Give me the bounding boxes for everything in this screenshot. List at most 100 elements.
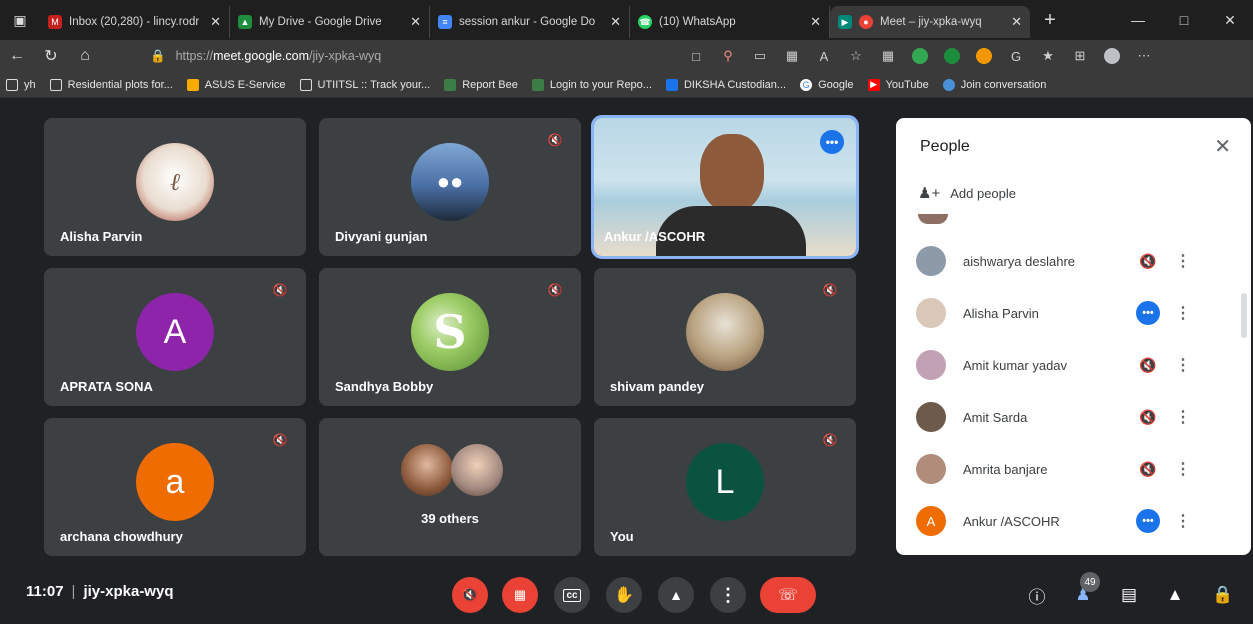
add-person-icon: ♟+ bbox=[918, 185, 941, 202]
close-icon[interactable]: ✕ bbox=[810, 14, 821, 30]
participant-avatar: a bbox=[136, 443, 214, 521]
read-aloud-icon[interactable]: A bbox=[808, 40, 840, 72]
mic-off-icon: 🔇 bbox=[272, 283, 288, 297]
mic-off-icon: 🔇 bbox=[822, 433, 838, 447]
participant-tile[interactable]: 🔇 a archana chowdhury bbox=[44, 418, 306, 556]
camera-toggle-button[interactable]: ▦ bbox=[502, 577, 538, 613]
people-list-item[interactable]: A Ankur /ASCOHR ••• ⋮ bbox=[916, 499, 1231, 543]
bookmark-item[interactable]: ▶ YouTube bbox=[867, 78, 929, 91]
bookmark-item[interactable]: ​ Join conversation bbox=[942, 78, 1046, 91]
tab-actions-icon[interactable]: ▣ bbox=[0, 0, 40, 40]
people-list-item[interactable]: Amit kumar yadav 🔇 ⋮ bbox=[916, 343, 1231, 387]
bookmark-item[interactable]: ​ Residential plots for... bbox=[49, 78, 173, 91]
more-vert-icon[interactable]: ⋮ bbox=[1163, 459, 1203, 479]
extension-orange-icon[interactable] bbox=[976, 48, 992, 64]
tab-docs[interactable]: ≡ session ankur - Google Do ✕ bbox=[430, 6, 630, 38]
tab-whatsapp[interactable]: ☎ (10) WhatsApp ✕ bbox=[630, 6, 830, 38]
activities-icon: ▲ bbox=[1166, 585, 1184, 604]
captions-icon: cc bbox=[563, 588, 581, 602]
info-icon: ⓘ bbox=[1028, 587, 1046, 607]
participant-tile[interactable]: 🔇 S Sandhya Bobby bbox=[319, 268, 581, 406]
more-options-icon[interactable]: ••• bbox=[820, 130, 844, 154]
people-list-item[interactable]: aishwarya deslahre 🔇 ⋮ bbox=[916, 239, 1231, 283]
mic-toggle-button[interactable]: 🔇 bbox=[452, 577, 488, 613]
participant-tile[interactable]: 🔇 ●● Divyani gunjan bbox=[319, 118, 581, 256]
restore-icon[interactable]: □ bbox=[1161, 0, 1207, 40]
activities-button[interactable]: ▲ bbox=[1162, 582, 1188, 608]
close-window-icon[interactable]: ✕ bbox=[1207, 0, 1253, 40]
self-avatar: L bbox=[686, 443, 764, 521]
people-list-item[interactable]: Amit Sarda 🔇 ⋮ bbox=[916, 395, 1231, 439]
tab-meet[interactable]: ▶ ● Meet – jiy-xpka-wyq ✕ bbox=[830, 6, 1030, 38]
scrollbar[interactable] bbox=[1241, 293, 1247, 338]
tab-drive[interactable]: ▲ My Drive - Google Drive ✕ bbox=[230, 6, 430, 38]
profile-avatar[interactable] bbox=[1104, 48, 1120, 64]
grid-icon[interactable]: ▦ bbox=[776, 40, 808, 72]
bookmark-item[interactable]: ​ Report Bee bbox=[444, 78, 518, 91]
bookmark-label: Login to your Repo... bbox=[549, 78, 652, 91]
close-icon[interactable]: ✕ bbox=[410, 14, 421, 30]
people-list-item[interactable]: Amrita banjare 🔇 ⋮ bbox=[916, 447, 1231, 491]
home-icon[interactable]: ⌂ bbox=[68, 40, 102, 72]
extension-puzzle-icon[interactable]: G bbox=[1000, 40, 1032, 72]
others-tile[interactable]: 39 others bbox=[319, 418, 581, 556]
more-vert-icon[interactable]: ⋮ bbox=[1163, 511, 1203, 531]
participant-tile[interactable]: 🔇 shivam pandey bbox=[594, 268, 856, 406]
more-vert-icon[interactable]: ⋮ bbox=[1163, 355, 1203, 375]
favorite-star-icon[interactable]: ☆ bbox=[840, 40, 872, 72]
hang-up-icon: ☏ bbox=[777, 587, 798, 604]
participant-tile[interactable]: ℓ Alisha Parvin bbox=[44, 118, 306, 256]
extension-teal-icon[interactable] bbox=[944, 48, 960, 64]
collections-icon[interactable]: ⊞ bbox=[1064, 40, 1096, 72]
meeting-details-button[interactable]: ⓘ bbox=[1024, 582, 1050, 608]
people-button[interactable]: ♟ 49 bbox=[1070, 572, 1100, 608]
key-icon[interactable]: ⚲ bbox=[712, 40, 744, 72]
close-icon[interactable]: ✕ bbox=[1011, 14, 1022, 30]
raise-hand-button[interactable]: ✋ bbox=[606, 577, 642, 613]
participant-name: archana chowdhury bbox=[60, 529, 183, 544]
participant-tile[interactable]: 🔇 A APRATA SONA bbox=[44, 268, 306, 406]
captions-button[interactable]: cc bbox=[554, 577, 590, 613]
more-menu-icon[interactable]: ⋯ bbox=[1128, 40, 1160, 72]
recording-icon: ● bbox=[859, 15, 873, 29]
mic-off-icon: 🔇 bbox=[461, 587, 479, 602]
close-icon[interactable]: ✕ bbox=[210, 14, 221, 30]
add-people-button[interactable]: ♟+ Add people bbox=[918, 184, 1016, 202]
more-vert-icon[interactable]: ⋮ bbox=[1163, 407, 1203, 427]
chat-button[interactable]: ▤ bbox=[1116, 582, 1142, 608]
bookmark-item[interactable]: ​ UTIITSL :: Track your... bbox=[299, 78, 430, 91]
camera-icon[interactable]: □ bbox=[680, 40, 712, 72]
tab-gmail[interactable]: M Inbox (20,280) - lincy.rodr ✕ bbox=[40, 6, 230, 38]
host-controls-button[interactable]: 🔒 bbox=[1210, 582, 1236, 608]
close-icon[interactable]: ✕ bbox=[610, 14, 621, 30]
new-tab-icon[interactable]: + bbox=[1030, 0, 1070, 40]
bookmark-label: ASUS E-Service bbox=[204, 78, 286, 91]
people-list-item[interactable]: Alisha Parvin ••• ⋮ bbox=[916, 291, 1231, 335]
panel-title: People bbox=[920, 138, 970, 155]
bookmark-item[interactable]: G Google bbox=[800, 78, 854, 91]
bookmark-item[interactable]: ​ yh bbox=[6, 78, 36, 91]
page-icon: ​ bbox=[299, 78, 312, 91]
person-avatar bbox=[916, 402, 946, 432]
more-options-button[interactable]: ⋮ bbox=[710, 577, 746, 613]
bookmark-item[interactable]: ​ DIKSHA Custodian... bbox=[665, 78, 786, 91]
reload-icon[interactable]: ↻ bbox=[34, 40, 68, 72]
participant-name: Alisha Parvin bbox=[60, 229, 143, 244]
more-vert-icon[interactable]: ⋮ bbox=[1163, 251, 1203, 271]
bookmark-item[interactable]: ​ Login to your Repo... bbox=[531, 78, 652, 91]
back-icon[interactable]: ← bbox=[0, 40, 34, 72]
self-tile[interactable]: 🔇 L You bbox=[594, 418, 856, 556]
collections-icon[interactable]: ▦ bbox=[872, 40, 904, 72]
extension-green-icon[interactable] bbox=[912, 48, 928, 64]
bookmark-item[interactable]: ​ ASUS E-Service bbox=[186, 78, 286, 91]
favorites-icon[interactable]: ★ bbox=[1032, 40, 1064, 72]
present-button[interactable]: ▲ bbox=[658, 577, 694, 613]
reportbee-icon: ​ bbox=[444, 78, 457, 91]
speaking-indicator-icon: ••• bbox=[1133, 509, 1163, 533]
more-vert-icon[interactable]: ⋮ bbox=[1163, 303, 1203, 323]
minimize-icon[interactable]: — bbox=[1115, 0, 1161, 40]
leave-call-button[interactable]: ☏ bbox=[760, 577, 816, 613]
screen-icon[interactable]: ▭ bbox=[744, 40, 776, 72]
close-icon[interactable]: ✕ bbox=[1214, 134, 1231, 159]
participant-tile-speaking[interactable]: ••• Ankur /ASCOHR bbox=[591, 115, 859, 259]
